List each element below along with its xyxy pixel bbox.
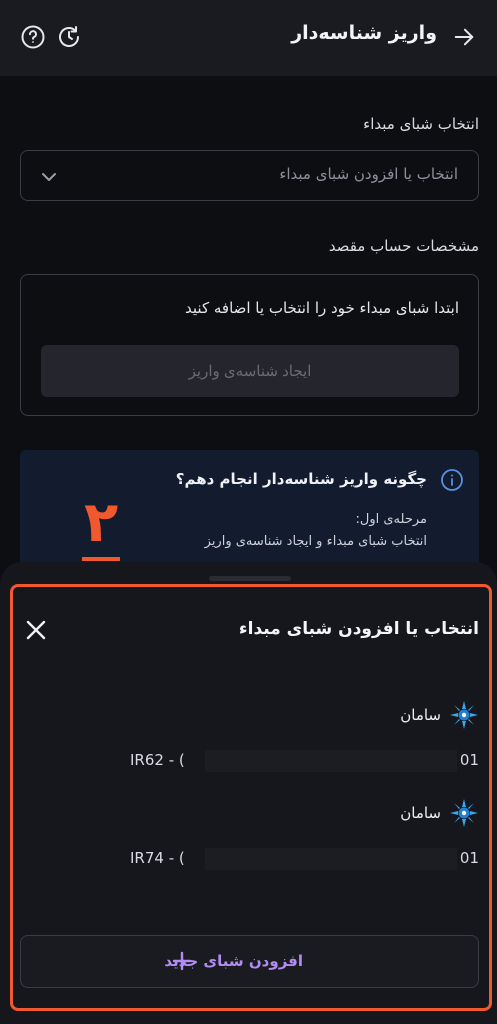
help-button[interactable]	[20, 24, 46, 50]
plus-icon	[172, 951, 192, 971]
sheet-title: انتخاب یا افزودن شبای مبداء	[238, 619, 479, 639]
close-button[interactable]	[24, 618, 48, 642]
source-label: انتخاب شبای مبداء	[363, 115, 479, 133]
top-app-bar: واریز شناسه‌دار	[0, 0, 497, 76]
iban-redaction	[205, 848, 457, 870]
source-iban-select[interactable]: انتخاب یا افزودن شبای مبداء	[20, 150, 479, 201]
account-iban-prefix: IR74 - (	[130, 849, 185, 867]
source-select-placeholder: انتخاب یا افزودن شبای مبداء	[279, 165, 458, 183]
info-icon	[441, 469, 463, 491]
guide-step-label: مرحله‌ی اول:	[355, 512, 427, 527]
account-bank-name: سامان	[400, 706, 441, 724]
close-icon	[26, 620, 46, 640]
destination-hint: ابتدا شبای مبداء خود را انتخاب یا اضافه …	[185, 299, 459, 317]
step-number-underline	[82, 557, 120, 561]
step-number-annotation: ۲	[84, 490, 119, 555]
arrow-right-icon	[454, 28, 474, 46]
guide-step-description: انتخاب شبای مبداء و ایجاد شناسه‌ی واریز	[204, 534, 427, 549]
saman-bank-logo-icon	[450, 701, 478, 729]
history-clock-icon	[59, 26, 79, 47]
account-bank-name: سامان	[400, 804, 441, 822]
create-deposit-id-button[interactable]: ایجاد شناسه‌ی واریز	[41, 345, 459, 397]
account-iban-prefix: IR62 - (	[130, 751, 185, 769]
iban-redaction	[205, 750, 457, 772]
back-button[interactable]	[451, 24, 477, 50]
saman-bank-logo-icon	[450, 799, 478, 827]
destination-card: ابتدا شبای مبداء خود را انتخاب یا اضافه …	[20, 274, 479, 416]
chevron-down-icon	[42, 173, 56, 181]
question-circle-icon	[21, 25, 45, 49]
history-button[interactable]	[56, 24, 82, 50]
page-title: واریز شناسه‌دار	[291, 22, 437, 44]
guide-title: چگونه واریز شناسه‌دار انجام دهم؟	[175, 470, 427, 488]
add-new-iban-button[interactable]: افزودن شبای جدید	[20, 935, 479, 988]
destination-label: مشخصات حساب مقصد	[328, 237, 479, 255]
sheet-drag-handle[interactable]	[209, 576, 291, 581]
